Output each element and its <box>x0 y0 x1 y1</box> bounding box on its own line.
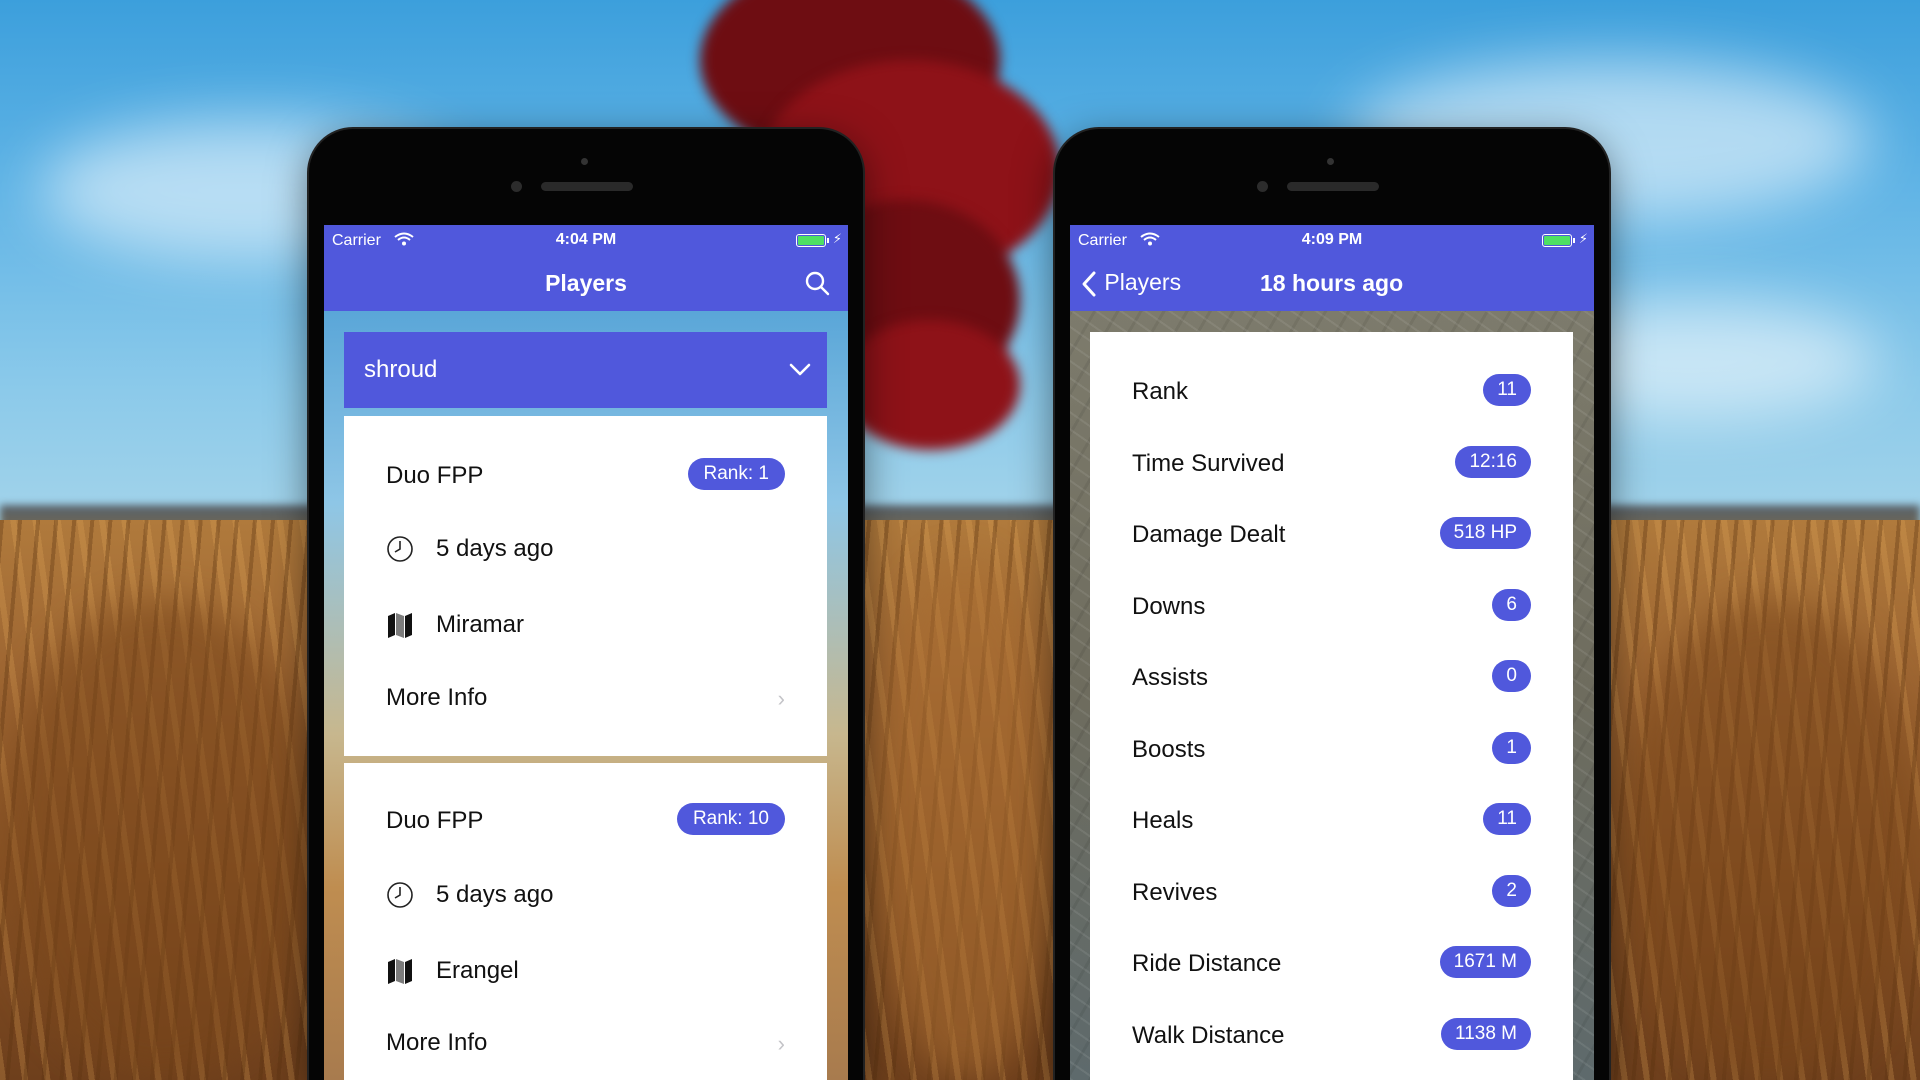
map-icon <box>388 959 412 984</box>
stat-value-badge: 1 <box>1492 732 1531 764</box>
clock-time: 4:04 PM <box>555 231 617 248</box>
clock-time: 4:09 PM <box>1301 231 1363 248</box>
sensor <box>1327 158 1334 165</box>
status-bar: Carrier 4:09 PM ⚡ <box>1070 225 1594 255</box>
stat-row-assists: Assists 0 <box>1132 660 1531 692</box>
chevron-right-icon: › <box>777 686 785 711</box>
stat-row-revives: Revives 2 <box>1132 875 1531 907</box>
match-card: Duo FPP Rank: 10 5 days ago Erangel More… <box>344 763 827 1080</box>
more-info-label: More Info <box>386 1029 488 1056</box>
stat-value-badge: 12:16 <box>1455 446 1531 478</box>
stat-label: Downs <box>1132 593 1206 620</box>
stat-label: Ride Distance <box>1132 950 1282 977</box>
rank-badge: Rank: 10 <box>676 803 785 835</box>
back-chevron-icon <box>1082 271 1096 297</box>
stat-label: Time Survived <box>1132 450 1285 477</box>
stat-label: Rank <box>1132 378 1189 405</box>
stat-row-ride-distance: Ride Distance 1671 M <box>1132 946 1531 978</box>
nav-bar: Players <box>324 255 848 311</box>
wheat-blur <box>870 560 1060 1080</box>
chevron-right-icon: › <box>777 1031 785 1056</box>
stat-value-badge: 1138 M <box>1441 1018 1531 1050</box>
background-scene <box>0 0 1920 1080</box>
page-title: 18 hours ago <box>1260 270 1404 296</box>
match-mode: Duo FPP <box>386 807 484 834</box>
more-info-row[interactable]: More Info › <box>386 684 785 712</box>
phone-right: Carrier 4:09 PM ⚡ Players 18 hours ago R… <box>1055 129 1609 1080</box>
back-button[interactable]: Players <box>1080 269 1181 298</box>
match-card: Duo FPP Rank: 1 5 days ago Miramar More … <box>344 416 827 756</box>
stat-value-badge: 1671 M <box>1439 946 1531 978</box>
stat-value-badge: 11 <box>1483 803 1531 835</box>
wheat-blur <box>0 600 320 1080</box>
front-camera <box>511 181 522 192</box>
page-title: Players <box>545 270 627 296</box>
clock-icon <box>387 882 413 908</box>
match-map: Erangel <box>436 957 519 984</box>
battery-icon <box>1542 234 1575 247</box>
stat-row-time-survived: Time Survived 12:16 <box>1132 446 1531 478</box>
stats-card: Rank 11 Time Survived 12:16 Damage Dealt… <box>1090 332 1573 1080</box>
wheat-blur <box>1620 600 1920 1080</box>
clock-icon <box>387 536 413 562</box>
stat-label: Damage Dealt <box>1132 521 1286 548</box>
sensor <box>581 158 588 165</box>
stat-label: Boosts <box>1132 736 1206 763</box>
stat-row-walk-distance: Walk Distance 1138 M <box>1132 1018 1531 1050</box>
stat-label: Assists <box>1132 664 1209 691</box>
stat-row-heals: Heals 11 <box>1132 803 1531 835</box>
stat-value-badge: 2 <box>1492 875 1531 907</box>
more-info-label: More Info <box>386 684 488 711</box>
stat-value-badge: 518 HP <box>1439 517 1531 549</box>
charging-icon: ⚡ <box>1578 231 1588 246</box>
chevron-down-icon <box>789 363 811 376</box>
match-mode-row: Duo FPP Rank: 1 <box>386 458 785 490</box>
stat-row-rank: Rank 11 <box>1132 374 1531 406</box>
screen: Carrier 4:09 PM ⚡ Players 18 hours ago R… <box>1070 225 1594 1080</box>
match-time: 5 days ago <box>436 535 554 562</box>
stat-row-boosts: Boosts 1 <box>1132 732 1531 764</box>
status-bar: Carrier 4:04 PM ⚡ <box>324 225 848 255</box>
map-icon <box>388 613 412 638</box>
nav-bar: Players 18 hours ago <box>1070 255 1594 311</box>
match-mode-row: Duo FPP Rank: 10 <box>386 803 785 835</box>
stat-label: Revives <box>1132 879 1218 906</box>
stat-value-badge: 6 <box>1492 589 1531 621</box>
screen: Carrier 4:04 PM ⚡ Players shroud Duo FPP… <box>324 225 848 1080</box>
stat-label: Heals <box>1132 807 1194 834</box>
speaker <box>541 182 633 191</box>
front-camera <box>1257 181 1268 192</box>
charging-icon: ⚡ <box>832 231 842 246</box>
stat-label: Walk Distance <box>1132 1022 1285 1049</box>
search-icon[interactable] <box>804 270 830 296</box>
match-map: Miramar <box>436 611 524 638</box>
more-info-row[interactable]: More Info › <box>386 1029 785 1057</box>
player-dropdown[interactable]: shroud <box>344 332 827 408</box>
speaker <box>1287 182 1379 191</box>
stat-row-damage-dealt: Damage Dealt 518 HP <box>1132 517 1531 549</box>
battery-icon <box>796 234 829 247</box>
stat-value-badge: 11 <box>1483 374 1531 406</box>
stat-row-downs: Downs 6 <box>1132 589 1531 621</box>
smoke <box>840 320 1020 450</box>
match-mode: Duo FPP <box>386 462 484 489</box>
player-name: shroud <box>364 356 438 383</box>
rank-badge: Rank: 1 <box>687 458 785 490</box>
stat-value-badge: 0 <box>1492 660 1531 692</box>
phone-left: Carrier 4:04 PM ⚡ Players shroud Duo FPP… <box>309 129 863 1080</box>
match-time: 5 days ago <box>436 881 554 908</box>
back-label: Players <box>1104 269 1182 295</box>
